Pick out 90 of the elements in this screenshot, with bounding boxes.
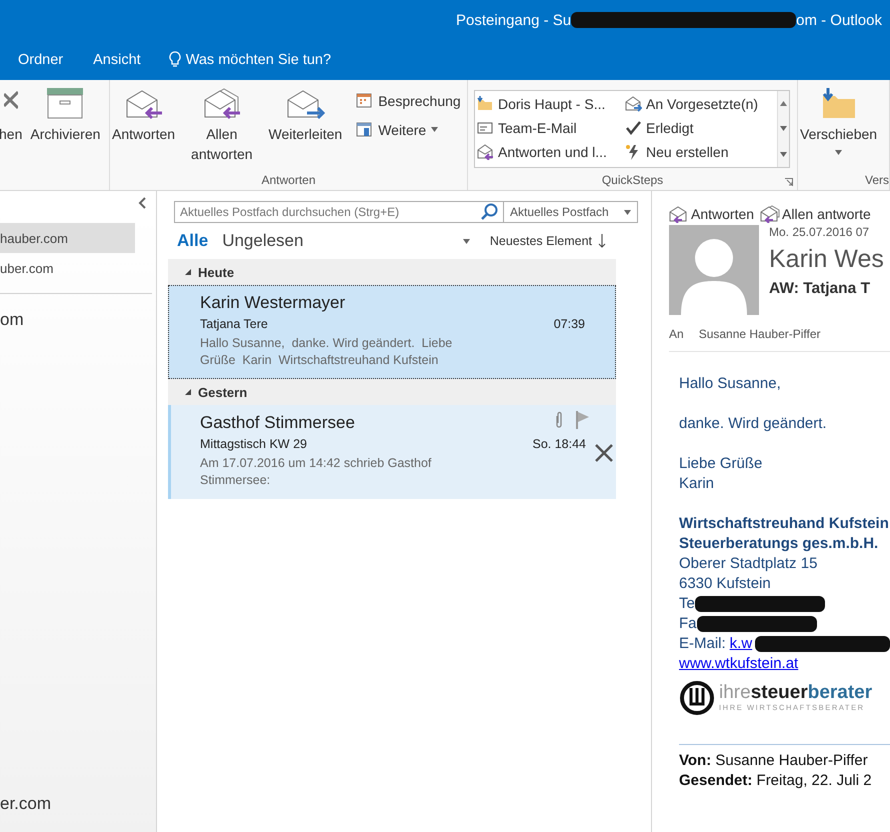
email-label: E-Mail:: [679, 634, 726, 654]
ribbon-button[interactable]: Weitere: [356, 121, 461, 138]
window-title: Posteingang - Su: [456, 12, 572, 28]
message-sender: Karin Westermayer: [200, 293, 346, 313]
group-header[interactable]: Heute: [168, 259, 616, 285]
expanded-triangle-icon: [184, 388, 192, 396]
message-preview: Hallo Susanne, danke. Wird geändert. Liebe Grüße Karin Wirtschaftstreuhand Kufstein: [200, 335, 454, 369]
scroll-down-icon[interactable]: [780, 126, 787, 132]
ribbon-button[interactable]: Archivieren: [28, 86, 102, 144]
archive-box-icon: [45, 86, 86, 120]
group-label: Vers: [864, 173, 889, 187]
collapse-icon[interactable]: [138, 197, 146, 209]
quickstep-item[interactable]: Team-E-Mail: [477, 116, 625, 140]
filter-tab[interactable]: Ungelesen: [222, 231, 304, 251]
note-icon: [477, 120, 494, 136]
sender-name: Karin Wes: [769, 245, 884, 274]
dropdown-icon[interactable]: [462, 238, 470, 244]
sent-date: Mo. 25.07.2016 07: [769, 225, 870, 239]
ribbon-button[interactable]: Besprechung: [356, 92, 461, 109]
search-icon: [480, 203, 498, 221]
logo-emblem-icon: [679, 680, 715, 716]
message-time: So. 18:44: [532, 437, 586, 451]
quickstep-item[interactable]: Antworten und l...: [477, 140, 625, 164]
checkmark-icon: [625, 120, 642, 136]
body-paragraph: Hallo Susanne,: [679, 374, 782, 394]
fax-label: Fa: [679, 614, 697, 634]
calendar-phone-icon: [356, 121, 374, 138]
calendar-icon: [356, 92, 374, 109]
group-header[interactable]: Gestern: [168, 379, 616, 405]
recipient-name: Susanne Hauber-Piffer: [698, 327, 821, 341]
message-time: 07:39: [554, 317, 585, 331]
reply-all-icon: [760, 205, 780, 223]
expanded-triangle-icon: [184, 268, 192, 276]
signature-company: Steuerberatungs ges.m.b.H.: [679, 534, 880, 554]
envelope-arrow-icon: [477, 144, 494, 160]
reply-all-icon: [202, 86, 242, 120]
message-preview: Am 17.07.2016 um 14:42 schrieb Gasthof Stimmersee:: [200, 455, 432, 489]
email-subject: AW: Tatjana T: [769, 280, 872, 298]
more-icon[interactable]: [780, 152, 787, 157]
menu-tab[interactable]: Ansicht: [81, 52, 153, 68]
message-subject: Mittagstisch KW 29: [200, 437, 307, 451]
email-link[interactable]: k.w: [730, 634, 752, 654]
folder-item[interactable]: hauber.com: [0, 223, 135, 253]
ribbon-button[interactable]: hen: [0, 86, 24, 144]
quickstep-item[interactable]: Neu erstellen: [625, 140, 775, 164]
search-field[interactable]: Aktuelles Postfach durchsuchen (Strg+E): [174, 201, 504, 223]
body-paragraph: Liebe Grüße Karin: [679, 454, 764, 494]
envelope-arrow-icon: [625, 96, 642, 112]
account-name[interactable]: er.com: [0, 794, 52, 814]
window-title: om - Outlook: [796, 12, 882, 28]
dialog-launcher-icon[interactable]: [785, 178, 793, 186]
scroll-up-icon[interactable]: [780, 101, 787, 106]
message-item[interactable]: Gasthof Stimmersee Mittagstisch KW 29 So. 18:44 Am 17.07.2016 um 14:42 schrieb Gasthof Stimmersee:: [168, 405, 616, 499]
quoted-header-line: Gesendet: Freitag, 22. Juli 2: [679, 771, 873, 791]
message-subject: Tatjana Tere: [200, 317, 268, 331]
tell-me-search[interactable]: Was möchten Sie tun?: [162, 50, 338, 70]
quickstep-item[interactable]: Doris Haupt - S...: [477, 92, 625, 116]
search-scope-dropdown[interactable]: Aktuelles Postfach: [504, 201, 638, 223]
folder-arrow-icon: [477, 96, 494, 112]
reply-button[interactable]: Allen antworte: [760, 205, 871, 223]
reply-icon: [669, 205, 689, 223]
sort-button[interactable]: Neuestes Element: [490, 234, 616, 248]
reply-button[interactable]: Antworten: [669, 205, 754, 223]
delete-icon[interactable]: [594, 443, 614, 463]
quickstep-item[interactable]: Erledigt: [625, 116, 775, 140]
group-label: QuickSteps: [602, 173, 664, 187]
message-item[interactable]: Karin Westermayer Tatjana Tere 07:39 Hallo Susanne, danke. Wird geändert. Liebe Grüße Karin Wirtschaftstreuhand Kufstein: [168, 285, 616, 379]
caret-icon: [624, 210, 631, 214]
message-sender: Gasthof Stimmersee: [200, 413, 355, 433]
phone-label: Te: [679, 594, 695, 614]
filter-tab[interactable]: Alle: [177, 231, 208, 251]
ribbon-button[interactable]: Antworten: [110, 86, 178, 144]
signature-company: Wirtschaftstreuhand Kufstein: [679, 514, 890, 534]
ribbon-button[interactable]: Verschieben: [798, 86, 880, 155]
ribbon-button[interactable]: Allen antworten: [189, 86, 255, 164]
quickstep-item[interactable]: An Vorgesetzte(n): [625, 92, 775, 116]
arrow-down-icon: [598, 234, 606, 248]
account-name[interactable]: om: [0, 310, 24, 330]
recipient-label: An: [669, 327, 684, 341]
menu-tab[interactable]: Ordner: [6, 52, 76, 68]
signature-address: 6330 Kufstein: [679, 574, 772, 594]
signature-address: Oberer Stadtplatz 15: [679, 554, 818, 574]
group-label: Antworten: [261, 173, 316, 187]
lightbulb-icon: [168, 51, 181, 69]
logo-wordmark: ihresteuerberater: [719, 683, 872, 703]
body-paragraph: danke. Wird geändert.: [679, 414, 828, 434]
ribbon-button[interactable]: Weiterleiten: [266, 86, 344, 144]
website-link[interactable]: www.wtkufstein.at: [679, 654, 798, 674]
quoted-header-line: Von: Susanne Hauber-Piffer: [679, 751, 869, 771]
folder-item[interactable]: uber.com: [0, 253, 135, 283]
